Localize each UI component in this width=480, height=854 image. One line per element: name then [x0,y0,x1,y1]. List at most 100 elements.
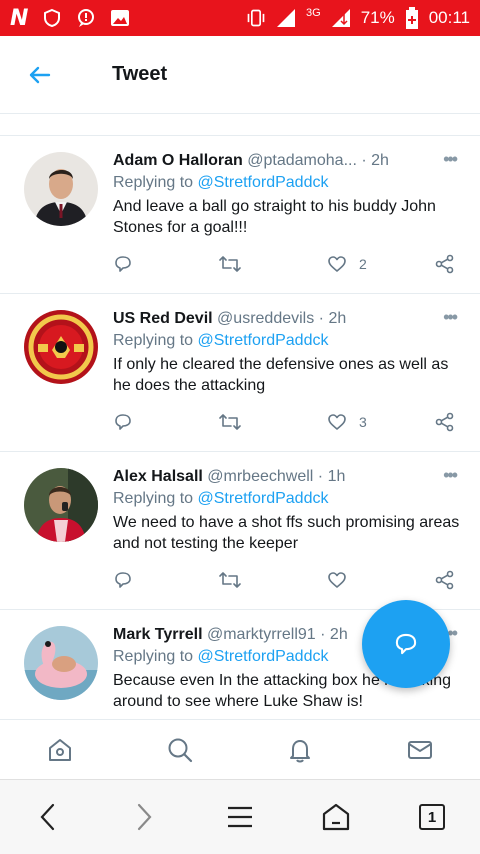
replying-prefix: Replying to [113,332,194,349]
retweet-icon [219,572,241,588]
signal-icon [277,9,295,27]
search-icon [168,738,193,762]
like-button[interactable]: 2 [327,254,367,274]
tweet-time[interactable]: 1h [328,468,346,485]
tweet-actions [113,570,460,598]
reply-button[interactable] [113,570,133,590]
heart-icon [328,256,346,272]
reply-button[interactable] [113,254,133,274]
avatar[interactable] [24,152,98,226]
app-n-icon: N [10,5,29,31]
alert-bubble-icon [78,9,95,27]
share-button[interactable] [435,570,455,590]
separator-dot: · [361,152,367,169]
network-type: 3G [306,7,321,19]
mention-link[interactable]: @StretfordPaddck [198,490,329,507]
browser-menu-button[interactable] [210,787,270,847]
reply-icon [115,572,131,588]
author-handle[interactable]: @mrbeechwell [207,468,313,485]
clock: 00:11 [428,8,470,27]
home-icon [49,738,71,761]
tab-search[interactable] [120,720,240,780]
hamburger-menu-icon [228,806,252,828]
mention-link[interactable]: @StretfordPaddck [198,648,329,665]
reply-icon [115,256,131,272]
replying-prefix: Replying to [113,490,194,507]
mention-link[interactable]: @StretfordPaddck [198,174,329,191]
share-icon [435,412,454,432]
tweet-text: If only he cleared the defensive ones as… [113,356,449,394]
replying-to: Replying to @StretfordPaddck [113,490,460,508]
replying-to: Replying to @StretfordPaddck [113,332,460,350]
like-count: 3 [359,414,367,430]
share-button[interactable] [435,412,455,432]
heart-icon [328,572,346,588]
retweet-button[interactable] [219,412,241,432]
mail-icon [408,740,432,759]
chevron-left-icon [40,803,55,831]
author-handle[interactable]: @marktyrrell91 [207,626,316,643]
retweet-icon [219,414,241,430]
replying-to: Replying to @StretfordPaddck [113,174,460,192]
tweet-time[interactable]: 2h [328,310,346,327]
tweet-text: We need to have a shot ffs such promisin… [113,514,460,552]
share-icon [435,254,454,274]
author-name[interactable]: Adam O Halloran [113,152,243,169]
retweet-icon [219,256,241,272]
retweet-button[interactable] [219,570,241,590]
browser-back-button[interactable] [18,787,78,847]
author-name[interactable]: US Red Devil [113,310,213,327]
like-button[interactable] [327,570,359,590]
tab-home[interactable] [0,720,120,780]
author-handle[interactable]: @ptadamoha... [247,152,357,169]
battery-icon [405,7,418,29]
mention-link[interactable]: @StretfordPaddck [198,332,329,349]
bottom-tab-bar [0,719,480,779]
avatar-photo-icon [24,152,98,226]
author-name[interactable]: Alex Halsall [113,468,203,485]
more-options-icon[interactable]: ••• [443,466,458,484]
browser-toolbar: 1 [0,779,480,854]
tweet-actions: 3 [113,412,460,440]
more-options-icon[interactable]: ••• [443,308,458,326]
browser-home-button[interactable] [306,787,366,847]
heart-icon [328,414,346,430]
previous-tweet-stub [0,114,480,136]
tweet-time[interactable]: 2h [371,152,389,169]
battery-percent: 71% [360,8,395,27]
reply-button[interactable] [113,412,133,432]
separator-dot: · [318,310,324,327]
bell-icon [290,739,310,762]
author-name[interactable]: Mark Tyrrell [113,626,203,643]
vibrate-icon [247,9,265,27]
tab-count: 1 [419,804,445,830]
browser-home-icon [322,803,350,831]
tab-notifications[interactable] [240,720,360,780]
avatar[interactable] [24,626,98,700]
more-options-icon[interactable]: ••• [443,150,458,168]
reply-bubble-icon [395,633,417,655]
club-crest-icon [24,310,98,384]
signal-arrows-icon [331,9,350,27]
image-icon [111,10,130,26]
tweet[interactable]: Alex Halsall @mrbeechwell · 1h ••• Reply… [0,452,480,610]
like-count: 2 [359,256,367,272]
back-arrow-icon [29,66,51,83]
header: Tweet [0,36,480,114]
author-handle[interactable]: @usreddevils [217,310,314,327]
tweet[interactable]: US Red Devil @usreddevils · 2h ••• Reply… [0,294,480,452]
back-button[interactable] [0,36,80,114]
tweet-time[interactable]: 2h [330,626,348,643]
avatar[interactable] [24,310,98,384]
tweet-text: And leave a ball go straight to his budd… [113,198,436,236]
avatar[interactable] [24,468,98,542]
like-button[interactable]: 3 [327,412,367,432]
browser-tabs-button[interactable]: 1 [402,787,462,847]
browser-forward-button[interactable] [114,787,174,847]
tab-messages[interactable] [360,720,480,780]
compose-reply-button[interactable] [362,600,450,688]
retweet-button[interactable] [219,254,241,274]
tweet[interactable]: Adam O Halloran @ptadamoha... · 2h ••• R… [0,136,480,294]
share-button[interactable] [435,254,455,274]
separator-dot: · [317,468,324,485]
